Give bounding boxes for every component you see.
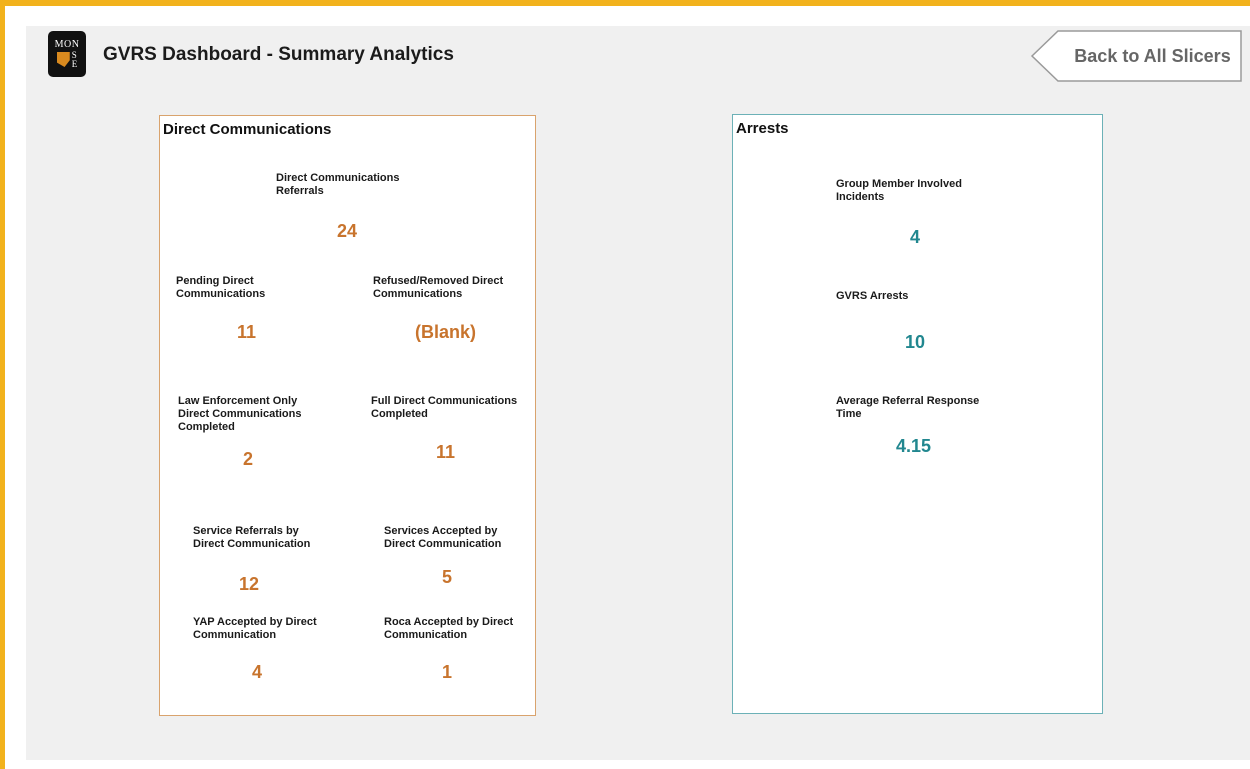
kpi-value-roca-accepted: 1 [442, 662, 453, 682]
kpi-value-referrals: 24 [337, 221, 358, 241]
kpi-value-gvrs-arrests: 10 [905, 332, 926, 352]
kpi-label-service-referrals: Service Referrals by Direct Communicatio… [193, 525, 311, 550]
state-emblem-icon [56, 52, 70, 67]
kpi-label-services-accepted: Services Accepted by Direct Communicatio… [384, 525, 502, 550]
kpi-label-yap-accepted: YAP Accepted by Direct Communication [193, 616, 317, 641]
kpi-label-gvrs-arrests: GVRS Arrests [836, 290, 909, 302]
logo-text-top: MON [54, 38, 80, 50]
back-button-label: Back to All Slicers [1074, 46, 1231, 66]
kpi-label-roca-accepted: Roca Accepted by Direct Communication [384, 616, 514, 641]
kpi-value-service-referrals: 12 [239, 574, 260, 594]
kpi-value-law-enforcement-only: 2 [243, 449, 254, 469]
direct-communications-card: Direct Communications Direct Communicati… [159, 115, 536, 716]
kpi-label-pending: Pending Direct Communications [176, 275, 266, 300]
kpi-value-group-member-incidents: 4 [910, 227, 921, 247]
kpi-label-referrals: Direct Communications Referrals [276, 172, 400, 197]
arrests-card: Arrests Group Member Involved Incidents … [732, 114, 1103, 714]
monse-logo: MON S E [48, 31, 86, 77]
direct-communications-title: Direct Communications [163, 121, 332, 138]
kpi-label-law-enforcement-only: Law Enforcement Only Direct Communicatio… [178, 395, 302, 433]
kpi-label-refused-removed: Refused/Removed Direct Communications [373, 275, 504, 300]
kpi-value-pending: 11 [237, 322, 257, 342]
kpi-value-services-accepted: 5 [442, 567, 453, 587]
logo-letter-e: E [71, 58, 78, 69]
kpi-label-group-member-incidents: Group Member Involved Incidents [836, 178, 962, 203]
back-to-all-slicers-button[interactable]: Back to All Slicers [1030, 30, 1242, 82]
kpi-label-full-completed: Full Direct Communications Completed [371, 395, 518, 420]
page-title: GVRS Dashboard - Summary Analytics [103, 44, 454, 65]
left-accent-border [0, 0, 5, 769]
top-accent-border [0, 0, 1250, 6]
kpi-value-full-completed: 11 [436, 442, 456, 462]
kpi-label-avg-response-time: Average Referral Response Time [836, 395, 980, 420]
kpi-value-avg-response-time: 4.15 [896, 436, 932, 456]
arrests-title: Arrests [736, 120, 789, 137]
kpi-value-refused-removed: (Blank) [415, 322, 477, 342]
kpi-value-yap-accepted: 4 [252, 662, 263, 682]
